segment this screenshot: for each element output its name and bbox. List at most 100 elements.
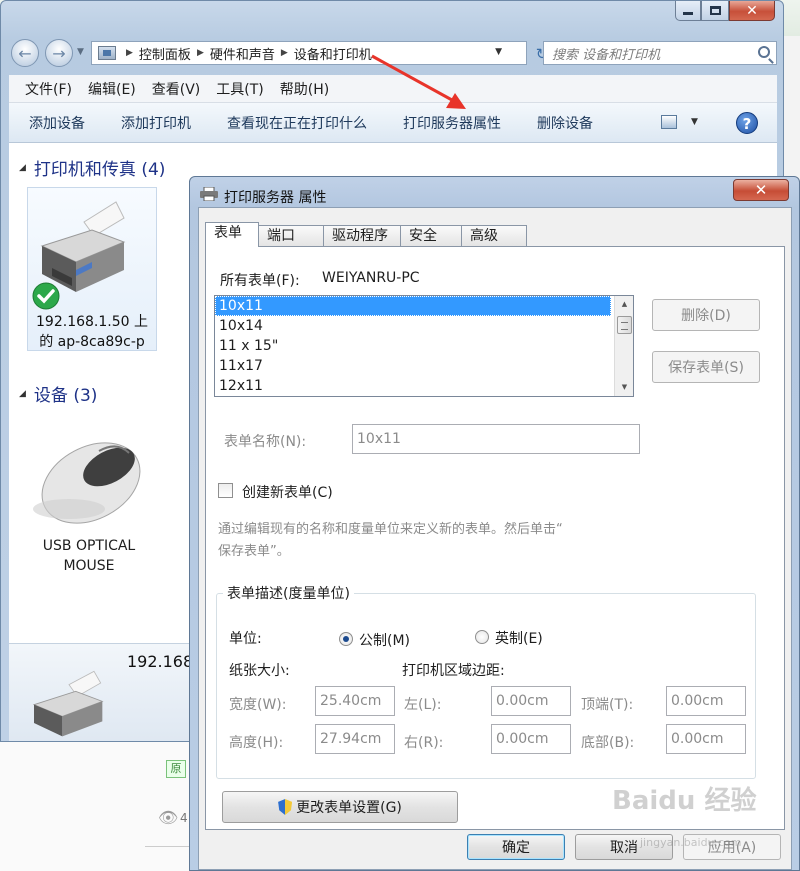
form-name-label: 表单名称(N): [224, 434, 307, 450]
change-form-settings-button[interactable]: 更改表单设置(G) [222, 791, 458, 823]
form-help-text: 通过编辑现有的名称和度量单位来定义新的表单。然后单击“ 保存表单”。 [218, 519, 638, 563]
help-icon[interactable]: ? [736, 112, 758, 134]
remove-device-button[interactable]: 删除设备 [537, 113, 593, 133]
printer-margins-label: 打印机区域边距: [402, 663, 505, 679]
imperial-label[interactable]: 英制(E) [495, 628, 543, 648]
tab-ports[interactable]: 端口 [258, 225, 324, 246]
left-margin-label: 左(L): [404, 697, 442, 713]
list-item[interactable]: 12x11 [215, 376, 611, 396]
width-label: 宽度(W): [229, 697, 287, 713]
print-server-properties-dialog: 打印服务器 属性 ✕ 表单 端口 驱动程序 安全 高级 所有表单(F): WEI… [189, 176, 800, 871]
help-text-line2: 保存表单”。 [218, 544, 290, 559]
menu-view[interactable]: 查看(V) [152, 79, 201, 99]
list-item[interactable]: 11x17 [215, 356, 611, 376]
breadcrumb-hardware-sound[interactable]: 硬件和声音 [210, 44, 275, 63]
eye-icon: 👁 [158, 808, 179, 827]
form-description-group: 表单描述(度量单位) 单位: 公制(M) 英制(E) 纸张大小: 打印机区域边距… [216, 583, 756, 779]
group-header-devices[interactable]: ◢ 设备 (3) [19, 381, 97, 406]
details-printer-name: 192.168 [127, 652, 194, 671]
forms-list-scrollbar[interactable]: ▲ ▼ [614, 296, 633, 396]
width-field[interactable]: 25.40cm [315, 686, 395, 716]
dialog-close-button[interactable]: ✕ [733, 179, 789, 201]
scroll-down-arrow-icon[interactable]: ▼ [615, 379, 633, 396]
see-whats-printing-button[interactable]: 查看现在正在打印什么 [227, 113, 367, 133]
metric-radio[interactable] [339, 632, 353, 646]
back-arrow-icon: ← [18, 43, 32, 63]
delete-form-button[interactable]: 删除(D) [652, 299, 760, 331]
mouse-label-line2: MOUSE [63, 558, 115, 574]
printer-tile[interactable]: 192.168.1.50 上 的 ap-8ca89c-p [27, 187, 157, 351]
chevron-right-icon[interactable]: ▶ [281, 48, 288, 58]
bottom-margin-field[interactable]: 0.00cm [666, 724, 746, 754]
add-printer-button[interactable]: 添加打印机 [121, 113, 191, 133]
tab-drivers[interactable]: 驱动程序 [323, 225, 401, 246]
printer-icon [40, 201, 126, 292]
window-caption-buttons: ✕ [675, 1, 775, 21]
form-name-field[interactable]: 10x11 [352, 424, 640, 454]
control-panel-icon [98, 46, 116, 60]
chevron-right-icon[interactable]: ▶ [197, 48, 204, 58]
collapse-triangle-icon[interactable]: ◢ [19, 389, 26, 399]
address-dropdown-icon[interactable]: ▼ [495, 47, 502, 57]
change-form-settings-label: 更改表单设置(G) [296, 800, 402, 816]
list-item[interactable]: 10x11 [215, 296, 611, 316]
printer-icon [200, 187, 218, 201]
search-input[interactable]: 搜索 设备和打印机 [543, 41, 777, 65]
dialog-title: 打印服务器 属性 [224, 190, 327, 206]
menu-help[interactable]: 帮助(H) [280, 79, 329, 99]
search-icon[interactable] [758, 46, 770, 58]
menu-file[interactable]: 文件(F) [25, 79, 72, 99]
forward-button[interactable]: → [45, 39, 73, 67]
scrollbar-thumb[interactable] [617, 316, 632, 334]
maximize-button[interactable] [701, 1, 729, 21]
menu-edit[interactable]: 编辑(E) [88, 79, 136, 99]
metric-label[interactable]: 公制(M) [359, 630, 410, 650]
top-margin-field[interactable]: 0.00cm [666, 686, 746, 716]
tab-advanced[interactable]: 高级 [461, 225, 527, 246]
height-label: 高度(H): [229, 735, 284, 751]
back-button[interactable]: ← [11, 39, 39, 67]
baidu-watermark: Baidu 经验 [612, 786, 757, 816]
recent-pages-dropdown[interactable]: ▼ [77, 47, 84, 57]
save-form-button[interactable]: 保存表单(S) [652, 351, 760, 383]
create-new-form-label[interactable]: 创建新表单(C) [242, 482, 333, 502]
scroll-up-arrow-icon[interactable]: ▲ [615, 296, 633, 313]
list-item[interactable]: 10x14 [215, 316, 611, 336]
breadcrumb-devices-printers[interactable]: 设备和打印机 [294, 44, 372, 63]
view-count: 4 [180, 811, 188, 825]
ok-button[interactable]: 确定 [467, 834, 565, 860]
collapse-triangle-icon[interactable]: ◢ [19, 163, 26, 173]
list-item[interactable]: 11 x 15" [215, 336, 611, 356]
height-field[interactable]: 27.94cm [315, 724, 395, 754]
close-window-button[interactable]: ✕ [729, 1, 775, 21]
paper-size-label: 纸张大小: [229, 663, 290, 679]
address-bar[interactable]: ▶ 控制面板 ▶ 硬件和声音 ▶ 设备和打印机 ▼ [91, 41, 527, 65]
view-options-dropdown-icon[interactable]: ▼ [691, 117, 698, 127]
menu-bar: 文件(F) 编辑(E) 查看(V) 工具(T) 帮助(H) [9, 75, 777, 103]
left-margin-field[interactable]: 0.00cm [491, 686, 571, 716]
printer-name-line2: 的 ap-8ca89c-p [39, 334, 145, 350]
baidu-watermark-url: jingyan.baidu.com [640, 836, 742, 849]
forms-list[interactable]: 10x11 10x14 11 x 15" 11x17 12x11 ▲ ▼ [214, 295, 634, 397]
menu-tools[interactable]: 工具(T) [216, 79, 263, 99]
forms-tab-panel: 所有表单(F): WEIYANRU-PC 10x11 10x14 11 x 15… [205, 246, 785, 830]
server-name: WEIYANRU-PC [322, 270, 420, 286]
group-header-printers[interactable]: ◢ 打印机和传真 (4) [19, 155, 165, 180]
mouse-icon[interactable] [29, 431, 149, 531]
print-server-properties-button[interactable]: 打印服务器属性 [403, 113, 501, 133]
chevron-right-icon[interactable]: ▶ [126, 48, 133, 58]
add-device-button[interactable]: 添加设备 [29, 113, 85, 133]
right-margin-field[interactable]: 0.00cm [491, 724, 571, 754]
breadcrumb-control-panel[interactable]: 控制面板 [139, 44, 191, 63]
imperial-radio[interactable] [475, 630, 489, 644]
top-margin-label: 顶端(T): [581, 697, 634, 713]
mouse-device-label[interactable]: USB OPTICAL MOUSE [29, 536, 149, 576]
all-forms-label: 所有表单(F): [220, 273, 300, 289]
tab-security[interactable]: 安全 [400, 225, 462, 246]
change-view-icon[interactable] [661, 115, 677, 129]
tab-forms[interactable]: 表单 [205, 222, 259, 247]
create-new-form-checkbox[interactable] [218, 483, 233, 498]
minimize-button[interactable] [675, 1, 701, 21]
maximize-icon [709, 6, 721, 15]
dialog-body: 表单 端口 驱动程序 安全 高级 所有表单(F): WEIYANRU-PC 10… [198, 207, 792, 870]
